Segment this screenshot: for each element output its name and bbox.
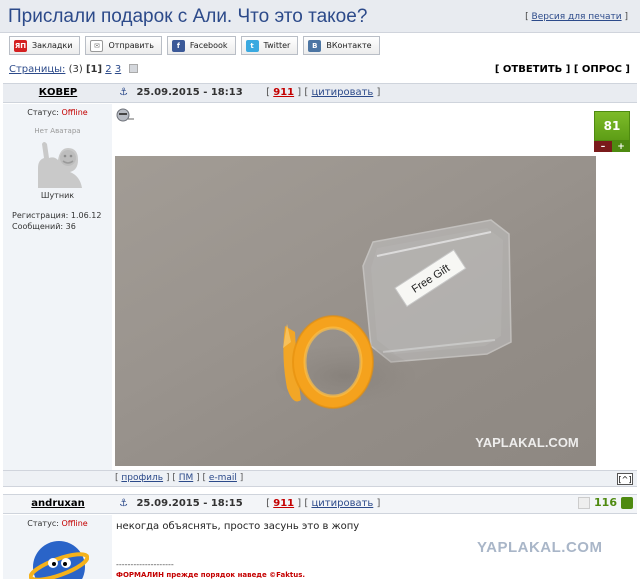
pages-count: (3) xyxy=(68,64,83,75)
post-links: [ 911 ] [ цитировать ] xyxy=(266,498,381,509)
avatar xyxy=(29,138,86,188)
post-header: КОВЕР ⚓ 25.09.2015 - 18:13 [ 911 ] [ цит… xyxy=(3,83,637,103)
pages-label[interactable]: Страницы: xyxy=(9,64,65,75)
author-registration: Регистрация: 1.06.12 xyxy=(3,210,112,221)
status-value: Offline xyxy=(61,519,88,528)
quote-link[interactable]: цитировать xyxy=(311,87,373,98)
print-version-link[interactable]: Версия для печати xyxy=(532,12,622,22)
share-bar: ЯП Закладки ✉ Отправить f Facebook t Twi… xyxy=(9,36,380,57)
pagination-row: Страницы: (3) [1] 2 3 [ ОТВЕТИТЬ ] [ ОПР… xyxy=(0,61,640,81)
post-footer: [ профиль ] [ ПМ ] [ e-mail ] [^] xyxy=(3,470,637,487)
no-avatar-label: Нет Аватара xyxy=(34,127,81,135)
signature: ФОРМАЛИН прежде порядок наведе ©Faktus. xyxy=(116,571,306,579)
status-value: Offline xyxy=(61,108,88,117)
profile-link[interactable]: профиль xyxy=(121,473,163,483)
share-label: Закладки xyxy=(32,41,73,50)
vote-down-button[interactable]: – xyxy=(594,141,612,152)
share-send-button[interactable]: ✉ Отправить xyxy=(85,36,162,55)
author-status: Статус: Offline xyxy=(3,519,112,528)
share-label: Twitter xyxy=(263,41,291,50)
poll-button[interactable]: [ ОПРОС ] xyxy=(574,64,630,75)
vk-icon: В xyxy=(308,39,322,52)
post-meta: ⚓ 25.09.2015 - 18:15 [ 911 ] [ цитироват… xyxy=(119,498,380,509)
quote-link[interactable]: цитировать xyxy=(311,498,373,509)
current-page: [1] xyxy=(85,64,103,75)
image-watermark: YAPLAKAL.COM xyxy=(475,435,579,450)
post-rating: 116 xyxy=(578,496,633,509)
print-version: [ Версия для печати ] xyxy=(525,12,628,22)
vote-up-button[interactable]: + xyxy=(612,141,630,152)
smiley-icon xyxy=(115,108,137,124)
ya-icon: ЯП xyxy=(14,39,27,52)
post-author[interactable]: andruxan xyxy=(3,498,113,509)
share-label: Отправить xyxy=(108,41,154,50)
share-facebook-button[interactable]: f Facebook xyxy=(166,36,236,55)
page-title: Прислали подарок с Али. Что это такое? xyxy=(8,6,368,27)
topic-actions: [ ОТВЕТИТЬ ] [ ОПРОС ] xyxy=(495,64,630,75)
status-label: Статус: xyxy=(27,519,59,528)
post-author[interactable]: КОВЕР xyxy=(3,87,113,98)
share-label: Facebook xyxy=(189,41,228,50)
author-status: Статус: Offline xyxy=(3,108,112,117)
post-number[interactable]: 911 xyxy=(273,498,294,509)
email-link[interactable]: e-mail xyxy=(209,473,237,483)
reg-value: 1.06.12 xyxy=(70,211,102,220)
reply-button[interactable]: [ ОТВЕТИТЬ ] xyxy=(495,64,571,75)
post-text: некогда объяснять, просто засунь это в ж… xyxy=(116,521,360,532)
author-panel: Статус: Offline xyxy=(3,515,112,579)
author-messages: Сообщений: 36 xyxy=(3,221,112,232)
footer-links: [ профиль ] [ ПМ ] [ e-mail ] xyxy=(115,473,244,483)
page-link-3[interactable]: 3 xyxy=(115,64,121,75)
pagination: Страницы: (3) [1] 2 3 xyxy=(9,64,139,75)
facebook-icon: f xyxy=(171,39,185,52)
pm-link[interactable]: ПМ xyxy=(179,473,194,483)
author-rank: Шутник xyxy=(40,191,75,200)
post-date: 25.09.2015 - 18:13 xyxy=(136,87,243,98)
msgs-value: 36 xyxy=(65,222,76,231)
share-vk-button[interactable]: В ВКонтакте xyxy=(303,36,380,55)
rating-value: 81 xyxy=(594,111,630,141)
post-header: andruxan ⚓ 25.09.2015 - 18:15 [ 911 ] [ … xyxy=(3,494,637,514)
author-panel: Статус: Offline Нет Аватара Шутник Регис… xyxy=(3,104,112,470)
share-bookmarks-button[interactable]: ЯП Закладки xyxy=(9,36,81,55)
anchor-icon[interactable]: ⚓ xyxy=(119,498,128,509)
avatar xyxy=(28,539,90,579)
rating-value: 116 xyxy=(594,496,617,509)
page-jump-icon[interactable] xyxy=(129,64,139,73)
signature-divider: -------------------- xyxy=(116,560,174,569)
site-watermark: YAPLAKAL.COM xyxy=(477,539,603,556)
twitter-icon: t xyxy=(245,39,259,52)
post-links: [ 911 ] [ цитировать ] xyxy=(266,87,381,98)
post-date: 25.09.2015 - 18:15 xyxy=(136,498,243,509)
post-image[interactable]: Free Gift YAPLAKAL.COM xyxy=(115,156,596,466)
vote-up-button[interactable] xyxy=(621,496,633,509)
status-label: Статус: xyxy=(27,108,59,117)
anchor-icon[interactable]: ⚓ xyxy=(119,87,128,98)
share-twitter-button[interactable]: t Twitter xyxy=(240,36,299,55)
page-link-2[interactable]: 2 xyxy=(105,64,111,75)
msgs-label: Сообщений: xyxy=(12,222,64,231)
mail-icon: ✉ xyxy=(90,39,104,52)
vote-controls: – + xyxy=(594,141,630,152)
title-bar: Прислали подарок с Али. Что это такое? [… xyxy=(0,0,640,33)
post-meta: ⚓ 25.09.2015 - 18:13 [ 911 ] [ цитироват… xyxy=(119,87,380,98)
post-rating: 81 – + xyxy=(594,111,630,152)
share-label: ВКонтакте xyxy=(326,41,372,50)
post-number[interactable]: 911 xyxy=(273,87,294,98)
reg-label: Регистрация: xyxy=(12,211,69,220)
scroll-up-button[interactable]: [^] xyxy=(617,473,633,485)
vote-down-button[interactable] xyxy=(578,496,591,509)
